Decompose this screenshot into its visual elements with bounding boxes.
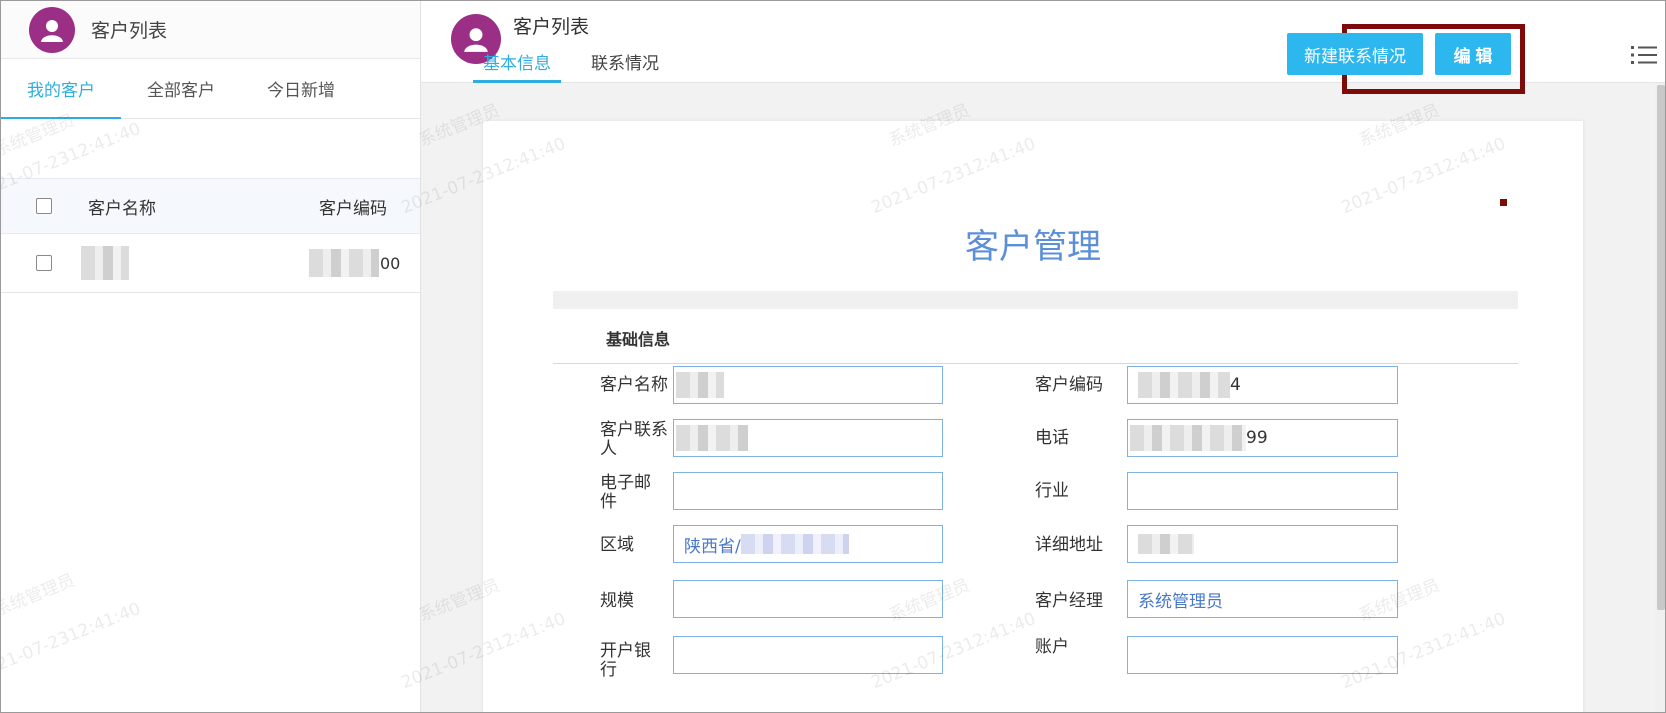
title-divider-bar (553, 291, 1518, 309)
label-scale: 规模 (600, 591, 634, 611)
list-tabs: 我的客户 全部客户 今日新增 (1, 59, 420, 119)
address-field[interactable] (1127, 525, 1398, 563)
list-menu-icon[interactable] (1631, 44, 1657, 66)
customer-name-cell (81, 246, 129, 280)
label-customer-code: 客户编码 (1035, 375, 1103, 395)
row-checkbox[interactable] (36, 255, 52, 271)
contact-person-field[interactable] (673, 419, 943, 457)
region-field[interactable]: 陕西省/ (673, 525, 943, 563)
customer-code-blur (309, 249, 379, 277)
customer-list-panel: 客户列表 我的客户 全部客户 今日新增 客户名称 客户编码 00 (1, 1, 421, 712)
edit-button[interactable]: 编 辑 (1435, 33, 1511, 75)
customer-code-cell: 00 (380, 253, 401, 273)
label-address: 详细地址 (1035, 535, 1103, 555)
list-title: 客户列表 (91, 20, 168, 42)
document-title: 客户管理 (965, 227, 1101, 267)
vertical-scrollbar[interactable] (1655, 83, 1665, 712)
phone-field[interactable]: 99 (1127, 419, 1398, 457)
customer-name-field[interactable] (673, 366, 943, 404)
column-customer-name: 客户名称 (88, 198, 156, 219)
user-avatar-icon (29, 6, 75, 53)
column-customer-code: 客户编码 (319, 198, 387, 219)
new-contact-button[interactable]: 新建联系情况 (1287, 33, 1423, 75)
customer-form-document: 客户管理 基础信息 客户名称 客户编码 4 客户联系人 电话 99 电子邮件 行… (483, 121, 1583, 712)
table-row[interactable]: 00 (1, 234, 420, 293)
label-customer-name: 客户名称 (600, 375, 668, 395)
label-account: 账户 (1035, 637, 1069, 657)
tab-my-customers[interactable]: 我的客户 (1, 59, 121, 119)
manager-field[interactable]: 系统管理员 (1127, 580, 1398, 618)
tab-basic-info[interactable]: 基本信息 (473, 49, 561, 83)
section-title: 基础信息 (606, 330, 671, 349)
section-divider (553, 363, 1518, 364)
label-email: 电子邮件 (600, 473, 651, 512)
label-contact-person: 客户联系人 (600, 420, 668, 459)
detail-title: 客户列表 (513, 16, 590, 38)
label-region: 区域 (600, 535, 634, 555)
tab-today-new[interactable]: 今日新增 (241, 59, 361, 118)
label-manager: 客户经理 (1035, 591, 1103, 611)
tab-contact-status[interactable]: 联系情况 (581, 49, 669, 83)
red-marker (1500, 199, 1507, 206)
list-header: 客户列表 (1, 1, 420, 59)
industry-field[interactable] (1127, 472, 1398, 510)
app-frame: 客户列表 我的客户 全部客户 今日新增 客户名称 客户编码 00 客户列表 基本… (0, 0, 1666, 713)
bank-field[interactable] (673, 636, 943, 674)
customer-detail-panel: 客户列表 基本信息 联系情况 新建联系情况 编 辑 客户管理 基础信息 客户名称 (421, 1, 1665, 712)
select-all-checkbox[interactable] (36, 198, 52, 214)
customer-code-field[interactable]: 4 (1127, 366, 1398, 404)
scrollbar-thumb[interactable] (1657, 85, 1665, 610)
email-field[interactable] (673, 472, 943, 510)
tab-all-customers[interactable]: 全部客户 (121, 59, 241, 118)
scale-field[interactable] (673, 580, 943, 618)
detail-header: 客户列表 基本信息 联系情况 新建联系情况 编 辑 (421, 1, 1665, 94)
label-industry: 行业 (1035, 481, 1069, 501)
label-bank: 开户银行 (600, 641, 651, 680)
label-phone: 电话 (1035, 428, 1069, 448)
table-header: 客户名称 客户编码 (1, 178, 420, 234)
account-field[interactable] (1127, 636, 1398, 674)
